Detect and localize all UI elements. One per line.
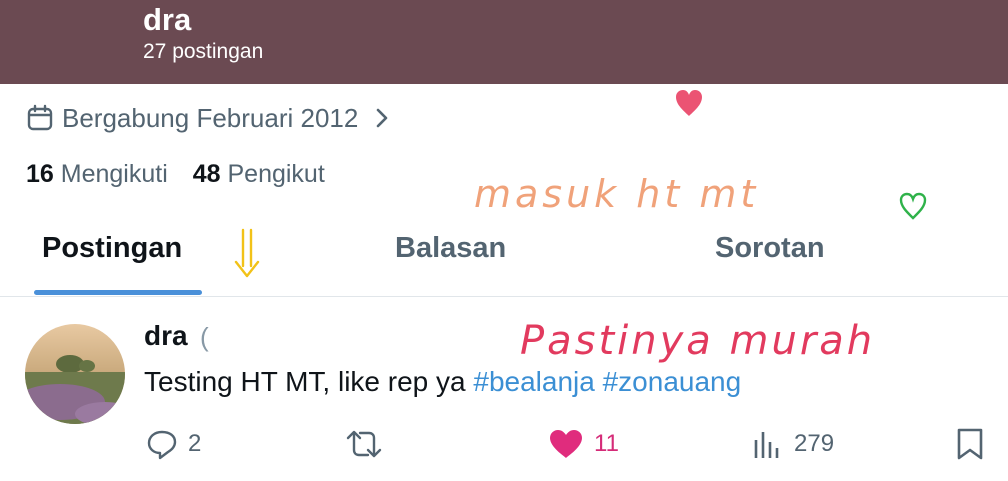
- post-body: Testing HT MT, like rep ya: [144, 366, 466, 397]
- red-heart-doodle-icon: [676, 90, 702, 116]
- post-author-handle[interactable]: (: [200, 322, 209, 353]
- chevron-right-icon: [377, 108, 388, 128]
- annotation-pastinya-murah: Pastinya murah: [520, 318, 876, 364]
- following-count: 16: [26, 160, 54, 188]
- post-author-name[interactable]: dra: [144, 320, 188, 352]
- follow-stats: 16 Mengikuti 48 Pengikut: [26, 160, 343, 189]
- tab-balasan[interactable]: Balasan: [395, 232, 506, 265]
- tab-sorotan[interactable]: Sorotan: [715, 232, 825, 265]
- post-text: Testing HT MT, like rep ya #bealanja #zo…: [144, 366, 741, 398]
- reply-count: 2: [188, 430, 202, 457]
- active-tab-indicator: [34, 290, 202, 295]
- heart-icon: [550, 430, 582, 458]
- avatar[interactable]: [25, 324, 125, 424]
- bookmark-button[interactable]: [955, 424, 995, 464]
- hashtag-zonauang[interactable]: #zonauang: [603, 366, 742, 397]
- like-count: 11: [594, 430, 619, 457]
- retweet-icon: [346, 430, 382, 458]
- views-button[interactable]: 279: [752, 424, 834, 464]
- followers-count: 48: [192, 160, 221, 188]
- header-post-count: 27 postingan: [143, 40, 264, 63]
- hashtag-bealanja[interactable]: #bealanja: [473, 366, 594, 397]
- followers-label: Pengikut: [227, 160, 325, 188]
- joined-date-text: Bergabung Februari 2012: [62, 102, 359, 133]
- tab-postingan[interactable]: Postingan: [42, 232, 182, 265]
- header-name: dra: [143, 2, 192, 37]
- profile-header: dra 27 postingan: [0, 0, 1008, 84]
- green-heart-doodle-icon: [899, 192, 927, 220]
- reply-button[interactable]: 2: [146, 424, 201, 464]
- retweet-button[interactable]: [344, 424, 394, 464]
- calendar-icon: [27, 104, 53, 131]
- views-count: 279: [794, 430, 835, 457]
- followers-link[interactable]: 48 Pengikut: [193, 160, 325, 188]
- reply-icon: [147, 430, 177, 460]
- following-link[interactable]: 16 Mengikuti: [26, 160, 168, 188]
- like-button[interactable]: 11: [548, 424, 619, 464]
- annotation-masuk-ht-mt: masuk ht mt: [474, 172, 760, 216]
- bookmark-icon: [957, 428, 983, 460]
- yellow-arrow-doodle-icon: [234, 228, 260, 278]
- joined-date[interactable]: Bergabung Februari 2012: [26, 101, 402, 135]
- following-label: Mengikuti: [60, 160, 168, 188]
- profile-tabs: Postingan Balasan Sorotan: [0, 224, 1008, 297]
- views-icon: [754, 432, 779, 458]
